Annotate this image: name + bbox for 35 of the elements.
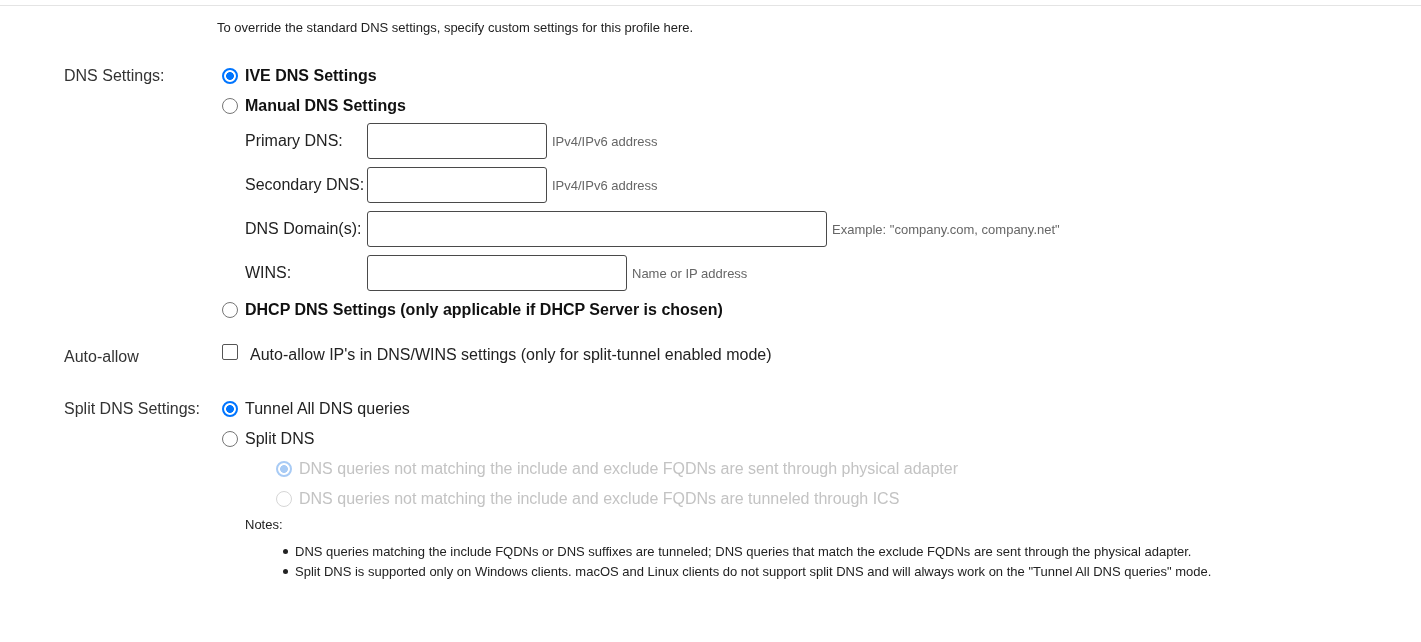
bullet-icon [283,548,288,554]
option-label: Split DNS [245,430,315,448]
option-label: DHCP DNS Settings (only applicable if DHCP Server is chosen) [245,301,723,319]
setting-label: Auto-allow [64,347,139,367]
option-label: DNS queries not matching the include and exclude FQDNs are sent through physical adapter [299,460,959,478]
setting-label: DNS Settings: [64,66,165,86]
field-label: Secondary DNS: [245,176,365,194]
radio-button[interactable] [222,431,238,447]
note-text: DNS queries matching the include FQDNs or DNS suffixes are tunneled; DNS queries that match the exclude FQDNs are sent through the physical adapter. [295,543,1192,559]
field-hint: Example: "company.com, company.net" [832,221,1060,237]
radio-button[interactable] [222,302,238,318]
option-label: Tunnel All DNS queries [245,400,410,418]
bullet-icon [283,568,288,574]
note-text: Split DNS is supported only on Windows clients. macOS and Linux clients do not support split DNS and will always work on the "Tunnel All DNS queries" mode. [295,563,1212,579]
text-input-field[interactable] [367,211,827,247]
field-label: DNS Domain(s): [245,220,362,238]
text-input-field[interactable] [367,167,547,203]
radio-button[interactable] [222,401,238,417]
text-input-field[interactable] [367,123,547,159]
field-hint: IPv4/IPv6 address [552,133,658,149]
field-hint: Name or IP address [632,265,748,281]
field-hint: IPv4/IPv6 address [552,177,658,193]
option-label: Manual DNS Settings [245,97,406,115]
option-label: IVE DNS Settings [245,67,377,85]
radio-button[interactable] [222,68,238,84]
notes-heading: Notes: [245,516,283,534]
text-input-field[interactable] [367,255,627,291]
checkbox-label: Auto-allow IP's in DNS/WINS settings (only for split-tunnel enabled mode) [250,346,772,364]
setting-label: Split DNS Settings: [64,399,201,419]
option-label: DNS queries not matching the include and exclude FQDNs are tunneled through ICS [299,490,900,508]
field-label: Primary DNS: [245,132,343,150]
radio-button[interactable] [222,98,238,114]
checkbox[interactable] [222,344,238,360]
field-label: WINS: [245,264,292,282]
intro-text: To override the standard DNS settings, specify custom settings for this profile here. [217,19,694,37]
